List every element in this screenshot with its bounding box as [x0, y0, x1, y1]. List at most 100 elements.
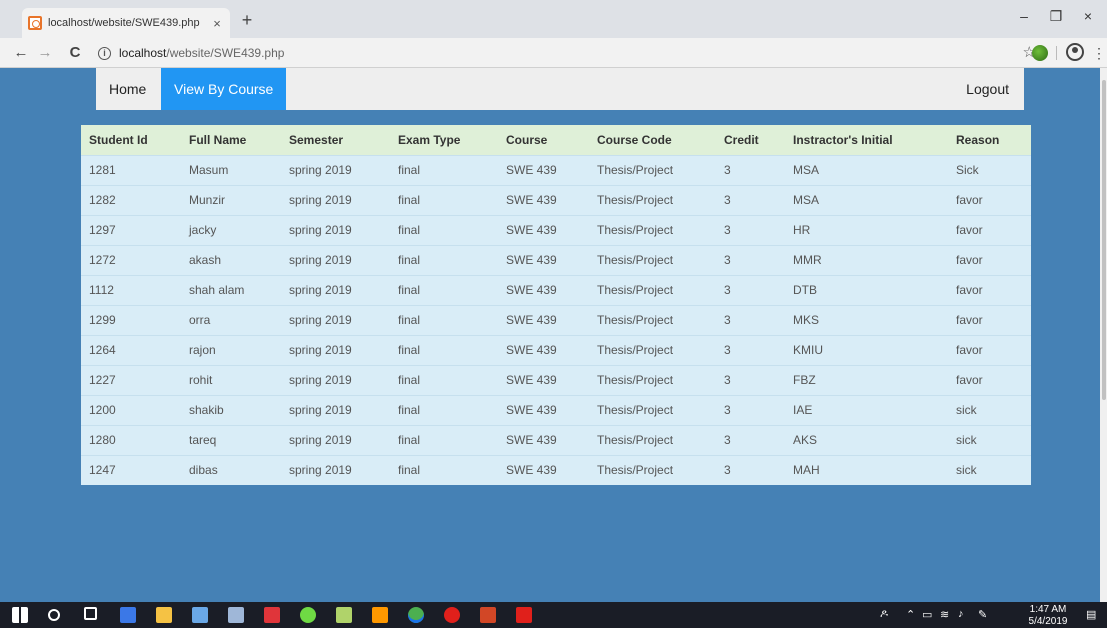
show-hidden-icons-icon[interactable]: ⌃: [906, 608, 915, 621]
volume-icon[interactable]: ♪: [958, 608, 964, 620]
acrobat-icon[interactable]: [516, 607, 532, 623]
battery-icon[interactable]: ▭: [922, 608, 932, 621]
table-cell: 1272: [81, 244, 181, 275]
minimize-button[interactable]: –: [1008, 6, 1040, 28]
table-cell: spring 2019: [281, 154, 390, 185]
nav-home-link[interactable]: Home: [96, 68, 159, 110]
table-cell: shah alam: [181, 274, 281, 305]
forward-button[interactable]: →: [34, 42, 56, 64]
xampp-favicon-icon: [28, 16, 42, 30]
table-cell: 3: [716, 214, 785, 245]
table-cell: 1112: [81, 274, 181, 305]
browser-toolbar: ← → C i localhost /website/SWE439.php ☆ …: [0, 38, 1107, 68]
table-cell: HR: [785, 214, 948, 245]
table-cell: 3: [716, 244, 785, 275]
table-row: 1200 shakib spring 2019 final SWE 439 Thesis/…: [81, 394, 1031, 425]
windows-taskbar: ዶ ⌃ ▭ ≋ ♪ ✎ 1:47 AM 5/4/2019 ▤: [0, 602, 1107, 628]
table-cell: favor: [948, 184, 1031, 215]
start-icon[interactable]: [12, 607, 28, 623]
table-cell: Thesis/Project: [589, 274, 716, 305]
table-cell: Thesis/Project: [589, 304, 716, 335]
pen-icon[interactable]: ✎: [978, 608, 987, 621]
table-cell: Thesis/Project: [589, 334, 716, 365]
menu-icon[interactable]: ⋮: [1092, 42, 1106, 64]
media-icon[interactable]: [264, 607, 280, 623]
table-cell: SWE 439: [498, 334, 589, 365]
table-row: 1112 shah alam spring 2019 final SWE 439 Thes…: [81, 274, 1031, 305]
table-cell: 3: [716, 364, 785, 395]
table-cell: favor: [948, 274, 1031, 305]
info-icon[interactable]: i: [98, 46, 111, 60]
table-row: 1280 tareq spring 2019 final SWE 439 Thesis/P…: [81, 424, 1031, 455]
edge-icon[interactable]: [120, 607, 136, 623]
table-cell: MMR: [785, 244, 948, 275]
file-explorer-icon[interactable]: [156, 607, 172, 623]
url-path: /website/SWE439.php: [166, 46, 285, 60]
address-bar[interactable]: i localhost /website/SWE439.php ☆: [98, 41, 1036, 65]
column-header: Reason: [948, 125, 1031, 155]
table-cell: MSA: [785, 184, 948, 215]
table-cell: orra: [181, 304, 281, 335]
table-cell: 1282: [81, 184, 181, 215]
reload-button[interactable]: C: [64, 42, 86, 64]
table-cell: 3: [716, 274, 785, 305]
column-header: Course: [498, 125, 589, 155]
clock-time[interactable]: 1:47 AM: [1024, 604, 1072, 615]
restore-button[interactable]: ❐: [1040, 6, 1072, 28]
url-host: localhost: [119, 46, 167, 60]
table-cell: 3: [716, 184, 785, 215]
table-cell: sick: [948, 454, 1031, 485]
scrollbar-thumb[interactable]: [1102, 80, 1106, 400]
notifications-icon[interactable]: ▤: [1086, 608, 1096, 621]
table-cell: final: [390, 334, 498, 365]
table-cell: Thesis/Project: [589, 454, 716, 485]
table-cell: final: [390, 274, 498, 305]
wifi-icon[interactable]: ≋: [940, 608, 949, 621]
table-cell: 1297: [81, 214, 181, 245]
chrome-icon[interactable]: [408, 607, 424, 623]
column-header: Full Name: [181, 125, 281, 155]
powerpoint-icon[interactable]: [480, 607, 496, 623]
table-cell: Thesis/Project: [589, 184, 716, 215]
browser-tab[interactable]: localhost/website/SWE439.php ×: [22, 8, 230, 38]
extension-icon[interactable]: [1032, 45, 1048, 61]
table-header-row: Student Id Full Name Semester Exam Type Cour…: [81, 125, 1031, 155]
people-icon[interactable]: ዶ: [880, 608, 888, 621]
upwork-icon[interactable]: [300, 607, 316, 623]
sublime-icon[interactable]: [372, 607, 388, 623]
top-navbar: Home View By Course Logout: [96, 68, 1024, 110]
nav-view-by-course-link[interactable]: View By Course: [161, 68, 287, 110]
table-cell: tareq: [181, 424, 281, 455]
table-cell: jacky: [181, 214, 281, 245]
tab-close-icon[interactable]: ×: [208, 16, 226, 31]
back-button[interactable]: ←: [10, 42, 32, 64]
column-header: Instractor's Initial: [785, 125, 948, 155]
task-view-icon[interactable]: [84, 607, 97, 620]
table-cell: final: [390, 304, 498, 335]
page-viewport: Home View By Course Logout Student Id Ful…: [0, 68, 1100, 602]
new-tab-button[interactable]: +: [236, 10, 258, 32]
column-header: Student Id: [81, 125, 181, 155]
profile-icon[interactable]: [1066, 43, 1084, 61]
table-cell: favor: [948, 364, 1031, 395]
nav-logout-link[interactable]: Logout: [953, 68, 1022, 110]
opera-icon[interactable]: [444, 607, 460, 623]
table-cell: SWE 439: [498, 214, 589, 245]
table-cell: Thesis/Project: [589, 394, 716, 425]
notepad-icon[interactable]: [336, 607, 352, 623]
table-row: 1281 Masum spring 2019 final SWE 439 Thesis/P…: [81, 154, 1031, 185]
close-window-button[interactable]: ×: [1072, 6, 1104, 28]
table-row: 1272 akash spring 2019 final SWE 439 Thesis/P…: [81, 244, 1031, 275]
search-icon[interactable]: [48, 609, 60, 621]
table-cell: favor: [948, 304, 1031, 335]
table-cell: 1299: [81, 304, 181, 335]
paint-icon[interactable]: [192, 607, 208, 623]
table-cell: SWE 439: [498, 244, 589, 275]
table-cell: spring 2019: [281, 334, 390, 365]
table-cell: MKS: [785, 304, 948, 335]
tools-icon[interactable]: [228, 607, 244, 623]
clock-date[interactable]: 5/4/2019: [1024, 616, 1072, 627]
table-cell: spring 2019: [281, 184, 390, 215]
table-cell: spring 2019: [281, 424, 390, 455]
table-cell: shakib: [181, 394, 281, 425]
